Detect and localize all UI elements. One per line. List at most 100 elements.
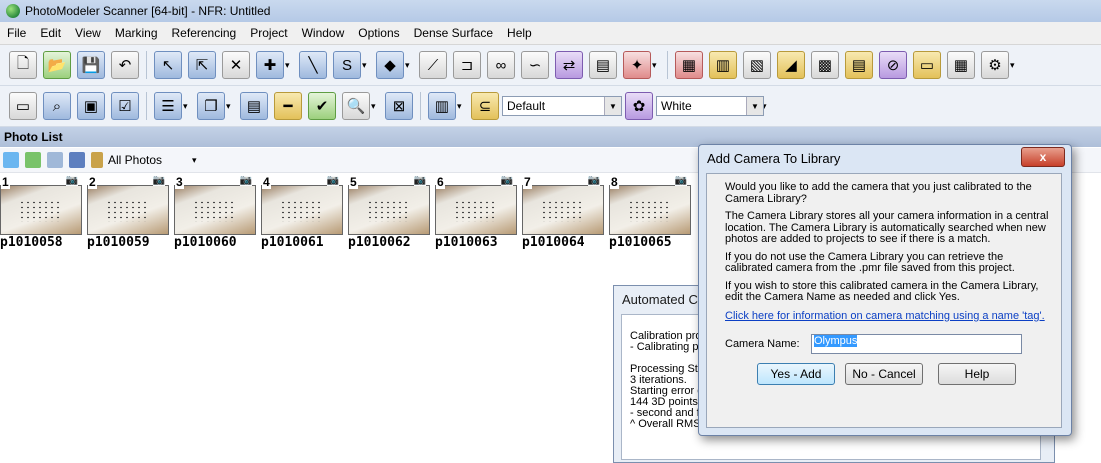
reference-icon[interactable]: ∞ <box>487 51 515 79</box>
no-cancel-button[interactable]: No - Cancel <box>845 362 923 385</box>
chevron-down-icon[interactable]: ▼ <box>604 97 621 115</box>
3d-view-icon[interactable]: ▤ <box>240 92 268 120</box>
photo-thumbnail[interactable]: 6 📷 p1010063 <box>435 175 519 255</box>
camera-matching-link[interactable]: Click here for information on camera mat… <box>725 310 1051 322</box>
menu-help[interactable]: Help <box>500 26 539 40</box>
photo-name: p1010063 <box>435 235 498 250</box>
menu-file[interactable]: File <box>0 26 33 40</box>
process-icon[interactable]: ▤ <box>589 51 617 79</box>
mark-point-dropdown-icon[interactable]: ▾ <box>285 60 293 71</box>
zoom-photo-icon[interactable]: ⌕ <box>43 92 71 120</box>
cameras-table-icon[interactable]: ▦ <box>947 51 975 79</box>
save-project-icon[interactable]: 💾 <box>77 51 105 79</box>
lines-table-icon[interactable]: ▧ <box>743 51 771 79</box>
undo-icon[interactable]: ↶ <box>111 51 139 79</box>
cylinders-table-icon[interactable]: ▤ <box>845 51 873 79</box>
show-marks-icon[interactable]: ▣ <box>77 92 105 120</box>
points-table-icon[interactable]: ▥ <box>709 51 737 79</box>
scheme-icon[interactable]: ⊆ <box>471 92 499 120</box>
calibrate-dropdown-icon[interactable]: ▾ <box>652 60 660 71</box>
photo-thumbnail[interactable]: 4 📷 p1010061 <box>261 175 345 255</box>
mark-point-icon[interactable]: ✚ <box>256 51 284 79</box>
table-view-icon[interactable]: ▦ <box>675 51 703 79</box>
dialog-store-info: If you wish to store this calibrated cam… <box>725 279 1039 303</box>
mark-line-icon[interactable]: ╲ <box>299 51 327 79</box>
chevron-down-icon[interactable]: ▾ <box>192 155 197 166</box>
photo-thumbnail[interactable]: 3 📷 p1010060 <box>174 175 258 255</box>
photo-thumbnail[interactable]: 7 📷 p1010064 <box>522 175 606 255</box>
mark-curve-dropdown-icon[interactable]: ▾ <box>362 60 370 71</box>
add-photo-icon[interactable] <box>3 152 19 168</box>
shapes-table-icon[interactable]: ⊘ <box>879 51 907 79</box>
filter-icon[interactable] <box>91 152 103 168</box>
window-dropdown-icon[interactable]: ▾ <box>226 101 234 112</box>
select-pointer-icon[interactable]: ↖ <box>154 51 182 79</box>
visibility-icon[interactable]: ☑ <box>111 92 139 120</box>
photo-thumbnail[interactable]: 2 📷 p1010059 <box>87 175 171 255</box>
photo-list-title: Photo List <box>4 130 63 144</box>
photo-thumbnail[interactable]: 5 📷 p1010062 <box>348 175 432 255</box>
menu-view[interactable]: View <box>68 26 108 40</box>
scheme-select[interactable]: Default ▼ <box>502 96 622 116</box>
edges-table-icon[interactable]: ◢ <box>777 51 805 79</box>
zoom-dropdown-icon[interactable]: ▾ <box>371 101 379 112</box>
auto-reference-icon[interactable]: ⇄ <box>555 51 583 79</box>
mark-curve-icon[interactable]: S <box>333 51 361 79</box>
photo-image <box>87 185 169 235</box>
photos-table-icon[interactable]: ▭ <box>913 51 941 79</box>
photo-thumbnail[interactable]: 1 📷 p1010058 <box>0 175 84 255</box>
delete-mark-icon[interactable]: ✕ <box>222 51 250 79</box>
photo-image <box>348 185 430 235</box>
grid-layout-dropdown-icon[interactable]: ▾ <box>457 101 465 112</box>
add-photo-alt-icon[interactable] <box>25 152 41 168</box>
color-select[interactable]: White ▼ <box>656 96 764 116</box>
cylinder-icon[interactable]: ⊐ <box>453 51 481 79</box>
menu-window[interactable]: Window <box>295 26 352 40</box>
help-button[interactable]: Help <box>938 362 1016 385</box>
check-icon[interactable]: ✔ <box>308 92 336 120</box>
photo-settings-icon[interactable] <box>69 152 85 168</box>
menu-edit[interactable]: Edit <box>33 26 68 40</box>
photo-thumbnail[interactable]: 8 📷 p1010065 <box>609 175 693 255</box>
close-button[interactable]: x <box>1021 147 1065 167</box>
mark-surface-dropdown-icon[interactable]: ▾ <box>405 60 413 71</box>
fit-view-icon[interactable]: ⊠ <box>385 92 413 120</box>
photo-name: p1010060 <box>174 235 237 250</box>
color-palette-icon[interactable]: ✿ <box>625 92 653 120</box>
menu-marking[interactable]: Marking <box>108 26 165 40</box>
mark-surface-icon[interactable]: ◆ <box>376 51 404 79</box>
edge-icon[interactable]: ⟋ <box>419 51 447 79</box>
chevron-down-icon[interactable]: ▼ <box>746 97 763 115</box>
yes-add-button[interactable]: Yes - Add <box>757 362 835 385</box>
multi-select-icon[interactable]: ⇱ <box>188 51 216 79</box>
photo-view-icon[interactable]: ▭ <box>9 92 37 120</box>
photo-filter-value[interactable]: All Photos <box>108 153 162 167</box>
scheme-select-value: Default <box>507 99 546 113</box>
menu-bar: File Edit View Marking Referencing Proje… <box>0 22 1101 45</box>
layout-icon[interactable]: ☰ <box>154 92 182 120</box>
tables-dropdown-icon[interactable]: ▾ <box>1010 60 1018 71</box>
camera-icon: 📷 <box>239 175 252 186</box>
options-table-icon[interactable]: ⚙ <box>981 51 1009 79</box>
menu-dense-surface[interactable]: Dense Surface <box>407 26 500 40</box>
photo-number: 7 <box>523 175 532 189</box>
new-project-icon[interactable]: 🗋 <box>9 51 37 79</box>
measure-icon[interactable]: ━ <box>274 92 302 120</box>
dialog-question: Would you like to add the camera that yo… <box>725 181 1032 205</box>
photo-name: p1010064 <box>522 235 585 250</box>
thumbnail-view-icon[interactable] <box>47 152 63 168</box>
surfaces-table-icon[interactable]: ▩ <box>811 51 839 79</box>
layout-dropdown-icon[interactable]: ▾ <box>183 101 191 112</box>
menu-options[interactable]: Options <box>351 26 406 40</box>
grid-layout-icon[interactable]: ▥ <box>428 92 456 120</box>
dialog-body: Would you like to add the camera that yo… <box>706 173 1062 428</box>
window-icon[interactable]: ❐ <box>197 92 225 120</box>
reference-mode-icon[interactable]: ∽ <box>521 51 549 79</box>
photo-name: p1010062 <box>348 235 411 250</box>
camera-name-field[interactable]: Olympus <box>811 333 1022 354</box>
open-project-icon[interactable]: 📂 <box>43 51 71 79</box>
zoom-icon[interactable]: 🔍 <box>342 92 370 120</box>
calibrate-icon[interactable]: ✦ <box>623 51 651 79</box>
menu-project[interactable]: Project <box>243 26 294 40</box>
menu-referencing[interactable]: Referencing <box>165 26 244 40</box>
